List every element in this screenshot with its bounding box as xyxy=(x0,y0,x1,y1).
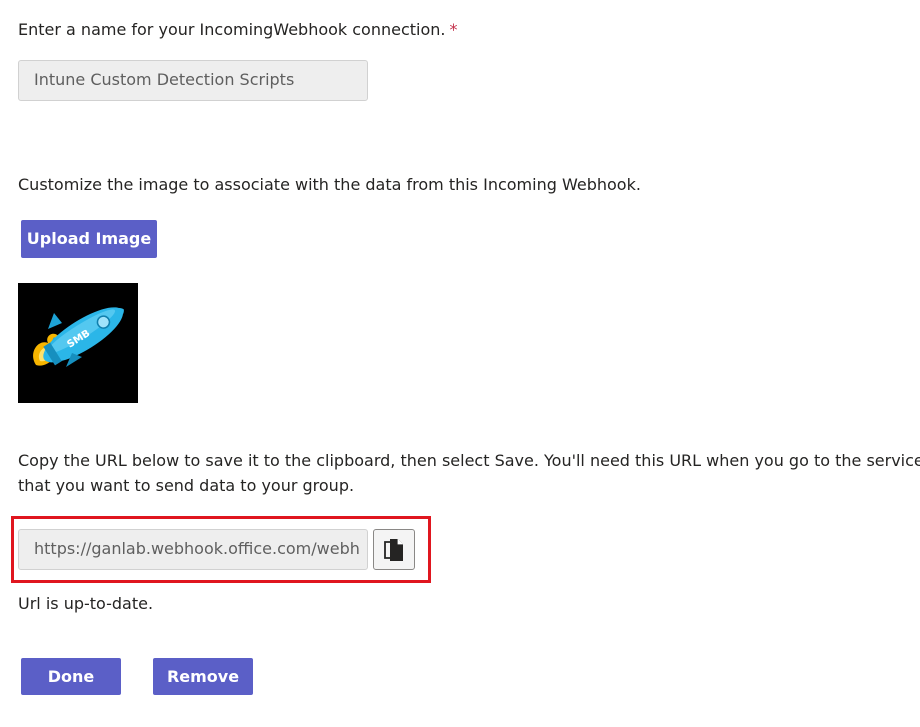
copy-icon xyxy=(384,538,403,561)
remove-button[interactable]: Remove xyxy=(153,658,253,695)
done-button[interactable]: Done xyxy=(21,658,121,695)
url-instructions-line-1: Copy the URL below to save it to the cli… xyxy=(18,451,920,470)
rocket-icon: SMB xyxy=(18,283,138,403)
url-status-text: Url is up-to-date. xyxy=(18,594,154,613)
webhook-url-value: https://ganlab.webhook.office.com/webh xyxy=(34,539,360,558)
webhook-image-thumbnail: SMB xyxy=(18,283,138,403)
connection-name-input[interactable]: Intune Custom Detection Scripts xyxy=(18,60,368,101)
connection-name-label-text: Enter a name for your IncomingWebhook co… xyxy=(18,20,446,39)
webhook-url-field[interactable]: https://ganlab.webhook.office.com/webh xyxy=(18,529,368,570)
url-instructions-line-2: that you want to send data to your group… xyxy=(18,476,355,495)
image-section-label: Customize the image to associate with th… xyxy=(18,175,641,194)
upload-image-button[interactable]: Upload Image xyxy=(21,220,157,258)
copy-url-button[interactable] xyxy=(373,529,415,570)
connection-name-input-value: Intune Custom Detection Scripts xyxy=(34,70,295,89)
connection-name-label: Enter a name for your IncomingWebhook co… xyxy=(18,17,458,42)
required-marker: * xyxy=(449,20,458,39)
